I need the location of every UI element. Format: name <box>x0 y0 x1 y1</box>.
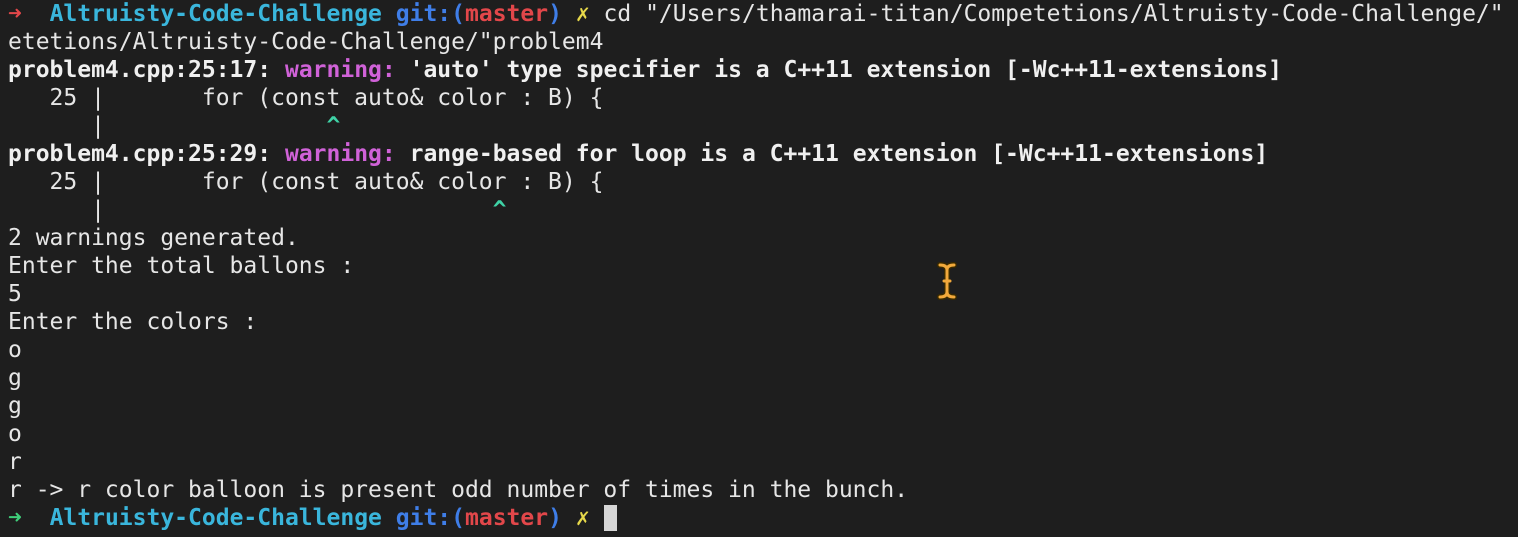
prompt-dirty-icon: ✗ <box>575 1 590 27</box>
prompt-git-suffix: ) <box>548 1 562 27</box>
warning-2-line: problem4.cpp:25:29: warning: range-based… <box>8 140 1518 168</box>
prompt-directory: Altruisty-Code-Challenge <box>49 1 382 27</box>
prompt-git-prefix: git:( <box>395 505 466 531</box>
command-text: cd "/Users/thamarai-titan/Competetions/A… <box>603 1 1504 27</box>
prompt-total-ballons: Enter the total ballons : <box>8 253 355 279</box>
prompt-git-suffix: ) <box>548 505 562 531</box>
warning-1-label: warning: <box>284 57 396 83</box>
prompt-branch: master <box>465 1 549 27</box>
warning-1-line: problem4.cpp:25:17: warning: 'auto' type… <box>8 56 1518 84</box>
warning-2-gutter: | <box>8 197 105 223</box>
input-color-1: o <box>8 337 22 363</box>
terminal-output[interactable]: ➜ Altruisty-Code-Challenge git:(master) … <box>8 0 1518 532</box>
warning-1-caret: ^ <box>326 113 341 139</box>
prompt-branch: master <box>465 505 549 531</box>
prompt-directory: Altruisty-Code-Challenge <box>49 505 382 531</box>
prompt-arrow-icon: ➜ <box>8 1 22 27</box>
warning-2-label: warning: <box>284 141 396 167</box>
warning-2-caret: ^ <box>492 197 507 223</box>
warning-1-message: 'auto' type specifier is a C++11 extensi… <box>409 57 1282 83</box>
warning-2-caret-line: | ^ <box>8 196 1518 224</box>
prompt-line-command: ➜ Altruisty-Code-Challenge git:(master) … <box>8 0 1518 28</box>
input-color-3: g <box>8 393 22 419</box>
block-cursor-icon <box>603 505 617 531</box>
prompt-git-prefix: git:( <box>395 1 466 27</box>
input-color-2: g <box>8 365 22 391</box>
input-color-5: r <box>8 449 22 475</box>
warning-1-gutter: | <box>8 113 105 139</box>
prompt-arrow-icon: ➜ <box>8 505 22 531</box>
prompt-dirty-icon: ✗ <box>575 505 590 531</box>
prompt-colors: Enter the colors : <box>8 309 258 335</box>
prompt-line-current[interactable]: ➜ Altruisty-Code-Challenge git:(master) … <box>8 504 1518 532</box>
command-wrapped-text: etetions/Altruisty-Code-Challenge/"probl… <box>8 29 604 55</box>
warning-1-location: problem4.cpp:25:17: <box>8 57 272 83</box>
warning-2-location: problem4.cpp:25:29: <box>8 141 272 167</box>
text-cursor-ibeam-icon <box>937 262 957 300</box>
warning-2-message: range-based for loop is a C++11 extensio… <box>409 141 1269 167</box>
result-text: r -> r color balloon is present odd numb… <box>8 477 909 503</box>
input-color-4: o <box>8 421 22 447</box>
warnings-summary: 2 warnings generated. <box>8 225 299 251</box>
input-total: 5 <box>8 281 22 307</box>
warning-1-caret-line: | ^ <box>8 112 1518 140</box>
warning-2-source: 25 | for (const auto& color : B) { <box>8 169 604 195</box>
warning-1-source: 25 | for (const auto& color : B) { <box>8 85 604 111</box>
